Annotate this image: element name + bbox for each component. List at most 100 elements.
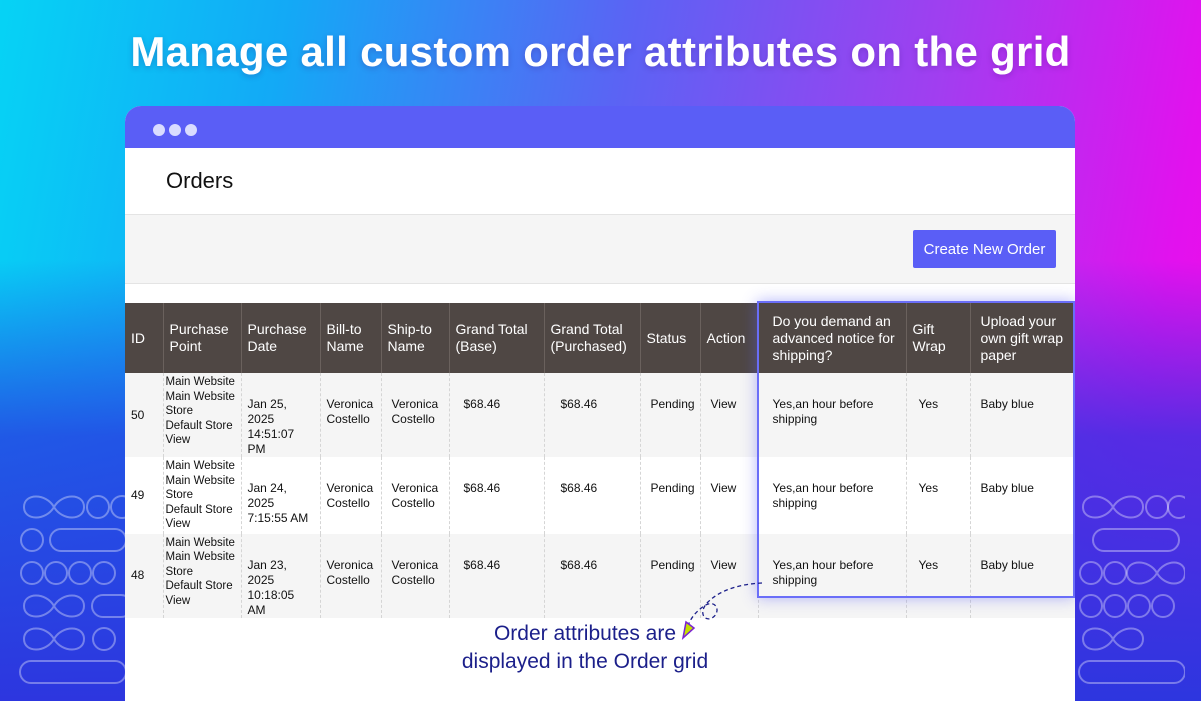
column-header-ship-to-name[interactable]: Ship-to Name bbox=[380, 303, 449, 373]
purchase-point-line: Store bbox=[165, 489, 194, 501]
purchase-point-line: Store bbox=[165, 405, 194, 417]
cell-bill-to-name: Veronica Costello bbox=[319, 457, 381, 534]
table-row[interactable]: 49 Main Website Main Website Store Defau… bbox=[125, 457, 1075, 534]
annotation-line-2: displayed in the Order grid bbox=[461, 650, 709, 673]
time-line: 7:15:55 AM bbox=[247, 511, 309, 525]
time-line: 10:18:05 AM bbox=[247, 587, 295, 617]
purchase-point-line: Main Website bbox=[165, 474, 235, 487]
purchase-point-line: Store bbox=[165, 565, 194, 578]
table-row[interactable]: 50 Main Website Main Website Store Defau… bbox=[125, 373, 1075, 457]
name-line: Veronica bbox=[391, 481, 439, 495]
cell-grand-total-base: $68.46 bbox=[448, 373, 544, 457]
column-header-status[interactable]: Status bbox=[639, 303, 700, 373]
purchase-point-line: Main Website bbox=[165, 460, 235, 472]
name-line: Veronica bbox=[326, 481, 374, 495]
cell-bill-to-name: Veronica Costello bbox=[319, 533, 381, 618]
purchase-point-line: View bbox=[165, 594, 191, 607]
cell-grand-total-base: $68.46 bbox=[448, 533, 544, 618]
column-header-gift-wrap-paper[interactable]: Upload your own gift wrap paper bbox=[969, 303, 1075, 373]
cell-purchase-date: Jan 24, 2025 7:15:55 AM bbox=[240, 457, 320, 534]
page-title: Orders bbox=[166, 168, 234, 193]
purchase-point-line: Main Website bbox=[165, 551, 235, 563]
column-header-action: Action bbox=[699, 303, 758, 373]
cell-purchase-point: Main Website Main Website Store Default … bbox=[162, 457, 241, 534]
cell-gift-wrap: Yes bbox=[905, 457, 970, 534]
name-line: Costello bbox=[326, 412, 370, 426]
purchase-point-line: Default Store bbox=[165, 580, 233, 592]
annotation-line-1: Order attributes are bbox=[493, 622, 677, 645]
cell-id: 50 bbox=[125, 373, 163, 457]
column-header-purchase-point[interactable]: Purchase Point bbox=[162, 303, 241, 373]
name-line: Costello bbox=[391, 412, 435, 426]
cell-status: Pending bbox=[639, 373, 700, 457]
grid-annotation: Order attributes are displayed in the Or… bbox=[385, 620, 785, 676]
cell-grand-total-base: $68.46 bbox=[448, 457, 544, 534]
cell-purchase-point: Main Website Main Website Store Default … bbox=[162, 533, 241, 618]
column-header-advanced-notice[interactable]: Do you demand an advanced notice for shi… bbox=[757, 303, 906, 373]
notice-line: shipping bbox=[772, 496, 818, 510]
cell-grand-total-purchased: $68.46 bbox=[543, 457, 640, 534]
notice-line: Yes,an hour before bbox=[772, 557, 874, 572]
cell-gift-wrap-paper: Baby blue bbox=[969, 457, 1075, 534]
cell-id: 48 bbox=[125, 533, 163, 618]
cell-ship-to-name: Veronica Costello bbox=[380, 457, 449, 534]
window-dot-icon bbox=[153, 124, 165, 136]
date-line: Jan 24, 2025 bbox=[247, 481, 287, 510]
notice-line: Yes,an hour before bbox=[772, 481, 874, 495]
notice-line: shipping bbox=[772, 412, 818, 426]
column-header-gift-wrap[interactable]: Gift Wrap bbox=[905, 303, 970, 373]
browser-window: Orders Create New Order ID Purchase Poin… bbox=[125, 106, 1075, 701]
purchase-point-line: Main Website bbox=[165, 536, 235, 549]
name-line: Costello bbox=[326, 496, 370, 510]
page-actions-toolbar: Create New Order bbox=[125, 214, 1075, 284]
column-header-grand-total-purchased[interactable]: Grand Total (Purchased) bbox=[543, 303, 640, 373]
window-titlebar bbox=[125, 106, 1075, 148]
headline: Manage all custom order attributes on th… bbox=[130, 28, 1071, 75]
create-new-order-button[interactable]: Create New Order bbox=[913, 230, 1056, 268]
cell-grand-total-purchased: $68.46 bbox=[543, 533, 640, 618]
column-header-bill-to-name[interactable]: Bill-to Name bbox=[319, 303, 381, 373]
cell-gift-wrap: Yes bbox=[905, 533, 970, 618]
name-line: Costello bbox=[391, 572, 435, 587]
table-row[interactable]: 48 Main Website Main Website Store Defau… bbox=[125, 533, 1075, 618]
cell-ship-to-name: Veronica Costello bbox=[380, 373, 449, 457]
cell-status: Pending bbox=[639, 457, 700, 534]
cell-purchase-date: Jan 23, 2025 10:18:05 AM bbox=[240, 533, 320, 618]
name-line: Costello bbox=[391, 496, 435, 510]
cell-gift-wrap-paper: Baby blue bbox=[969, 373, 1075, 457]
column-header-grand-total-base[interactable]: Grand Total (Base) bbox=[448, 303, 544, 373]
cell-action-view-link[interactable]: View bbox=[699, 457, 758, 534]
name-line: Veronica bbox=[391, 557, 439, 572]
cell-gift-wrap-paper: Baby blue bbox=[969, 533, 1075, 618]
notice-line: shipping bbox=[772, 572, 818, 587]
cell-advanced-notice: Yes,an hour before shipping bbox=[757, 457, 906, 534]
purchase-point-line: Default Store bbox=[165, 419, 233, 432]
cell-advanced-notice: Yes,an hour before shipping bbox=[757, 533, 906, 618]
cell-purchase-date: Jan 25, 2025 14:51:07 PM bbox=[240, 373, 320, 457]
window-dot-icon bbox=[185, 124, 197, 136]
column-header-purchase-date[interactable]: Purchase Date bbox=[240, 303, 320, 373]
name-line: Veronica bbox=[326, 557, 374, 572]
cell-bill-to-name: Veronica Costello bbox=[319, 373, 381, 457]
name-line: Costello bbox=[326, 572, 370, 587]
cell-grand-total-purchased: $68.46 bbox=[543, 373, 640, 457]
name-line: Veronica bbox=[326, 397, 374, 411]
column-header-id[interactable]: ID bbox=[125, 303, 163, 373]
cell-purchase-point: Main Website Main Website Store Default … bbox=[162, 373, 241, 457]
purchase-point-line: Default Store bbox=[165, 503, 233, 516]
cell-ship-to-name: Veronica Costello bbox=[380, 533, 449, 618]
date-line: Jan 23, 2025 bbox=[247, 557, 287, 587]
decorative-pattern-left bbox=[19, 495, 126, 684]
cell-id: 49 bbox=[125, 457, 163, 534]
cell-gift-wrap: Yes bbox=[905, 373, 970, 457]
date-line: Jan 25, 2025 bbox=[247, 397, 287, 426]
purchase-point-line: Main Website bbox=[165, 390, 235, 403]
cell-advanced-notice: Yes,an hour before shipping bbox=[757, 373, 906, 457]
purchase-point-line: View bbox=[165, 434, 191, 446]
notice-line: Yes,an hour before bbox=[772, 397, 874, 411]
purchase-point-line: Main Website bbox=[165, 376, 235, 388]
grid-header-row: ID Purchase Point Purchase Date Bill-to … bbox=[125, 303, 1075, 373]
name-line: Veronica bbox=[391, 397, 439, 411]
cell-action-view-link[interactable]: View bbox=[699, 373, 758, 457]
time-line: 14:51:07 PM bbox=[247, 427, 295, 456]
